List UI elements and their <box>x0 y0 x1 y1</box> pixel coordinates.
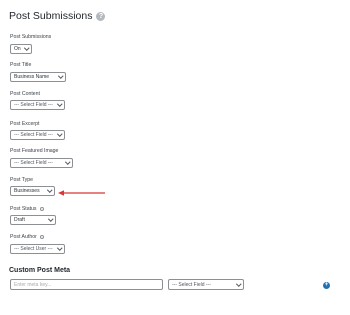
chevron-down-icon <box>47 216 53 222</box>
post-content-select[interactable]: --- Select Field --- <box>10 100 65 110</box>
post-status-label-text: Post Status <box>10 206 37 212</box>
chevron-down-icon <box>64 159 70 165</box>
page-title-text: Post Submissions <box>9 10 93 22</box>
post-status-value: Draft <box>14 217 25 223</box>
post-type-select[interactable]: Businesses <box>10 186 55 196</box>
post-featured-image-label: Post Featured Image <box>10 148 59 154</box>
meta-field-value: --- Select Field --- <box>172 281 211 288</box>
post-featured-image-select[interactable]: --- Select Field --- <box>10 158 73 168</box>
post-type-label: Post Type <box>10 177 33 183</box>
post-author-label: Post Author <box>10 234 44 240</box>
chevron-down-icon <box>235 281 241 286</box>
chevron-down-icon <box>23 45 29 51</box>
post-submissions-settings: Post Submissions ? Post Submissions On P… <box>0 0 350 315</box>
chevron-down-icon <box>56 131 62 137</box>
post-title-select[interactable]: Business Name <box>10 72 66 82</box>
meta-key-input[interactable]: Enter meta key... <box>10 279 163 290</box>
post-type-value: Businesses <box>14 188 40 194</box>
add-meta-button[interactable]: + <box>323 282 330 289</box>
post-status-select[interactable]: Draft <box>10 215 56 225</box>
post-excerpt-select[interactable]: --- Select Field --- <box>10 130 65 140</box>
post-submissions-label: Post Submissions <box>10 34 52 40</box>
post-title-label: Post Title <box>10 62 32 68</box>
annotation-arrow-icon <box>58 190 105 196</box>
info-icon[interactable] <box>39 235 44 239</box>
post-content-label: Post Content <box>10 91 40 97</box>
post-excerpt-value: --- Select Field --- <box>14 132 53 138</box>
page-title: Post Submissions ? <box>9 10 106 22</box>
post-featured-image-value: --- Select Field --- <box>14 160 53 166</box>
post-status-label: Post Status <box>10 206 44 212</box>
meta-field-select[interactable]: --- Select Field --- <box>168 279 244 290</box>
custom-post-meta-heading: Custom Post Meta <box>9 267 71 274</box>
post-submissions-value: On <box>14 46 21 52</box>
post-author-label-text: Post Author <box>10 234 37 240</box>
post-excerpt-label: Post Excerpt <box>10 121 40 127</box>
help-icon[interactable]: ? <box>96 11 106 21</box>
post-content-value: --- Select Field --- <box>14 102 53 108</box>
post-submissions-select[interactable]: On <box>10 44 32 54</box>
post-author-value: --- Select User --- <box>14 246 53 252</box>
chevron-down-icon <box>46 187 52 193</box>
info-icon[interactable] <box>39 207 44 211</box>
post-title-value: Business Name <box>14 74 50 80</box>
chevron-down-icon <box>57 73 63 79</box>
post-author-select[interactable]: --- Select User --- <box>10 244 65 254</box>
chevron-down-icon <box>56 101 62 107</box>
chevron-down-icon <box>56 245 62 251</box>
